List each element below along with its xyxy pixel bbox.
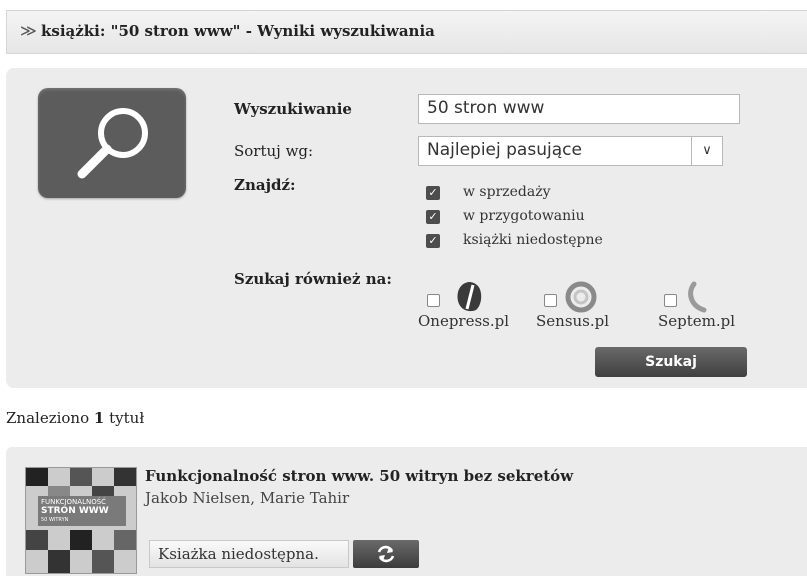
refresh-icon [377,545,395,563]
sort-label: Sortuj wg: [234,142,314,160]
book-title-link[interactable]: Funkcjonalność stron www. 50 witryn bez … [145,467,573,485]
book-cover[interactable]: FUNKCJONALNOŚĆ STRON WWW 50 WITRYN [25,467,137,574]
notify-button[interactable] [353,540,419,568]
search-label: Wyszukiwanie [234,100,352,118]
find-option-label: w sprzedaży [463,184,551,200]
result-item: FUNKCJONALNOŚĆ STRON WWW 50 WITRYN Funkc… [6,447,807,576]
results-count-number: 1 [93,409,105,427]
page-header: ≫ książki: "50 stron www" - Wyniki wyszu… [6,10,807,54]
availability-status: Ksiażka niedostępna. [149,540,349,568]
search-panel: Wyszukiwanie 50 stron www Sortuj wg: Naj… [6,68,807,388]
search-input[interactable]: 50 stron www [418,94,740,124]
checkbox-checked[interactable]: ✓ [426,186,440,200]
checkbox-unchecked[interactable] [664,294,677,307]
availability-label: Ksiażka niedostępna. [158,545,319,563]
find-label: Znajdź: [234,176,296,194]
sort-select[interactable]: Najlepiej pasujące ∨ [418,136,723,166]
onepress-logo-icon [457,282,482,312]
store-label-septem: Septem.pl [658,312,736,330]
results-count: Znaleziono 1 tytuł [6,409,144,427]
search-button[interactable]: Szukaj [595,347,747,377]
search-logo [38,88,186,198]
checkbox-unchecked[interactable] [544,294,557,307]
checkbox-checked[interactable]: ✓ [426,210,440,224]
checkbox-unchecked[interactable] [427,294,440,307]
results-count-suffix: tytuł [109,409,145,427]
magnifier-icon [77,108,148,179]
find-option-label: w przygotowaniu [463,208,585,224]
septem-logo-icon [688,281,707,313]
double-chevron-right-icon: ≫ [20,21,37,40]
results-count-prefix: Znaleziono [6,409,90,427]
find-option-label: książki niedostępne [463,232,603,248]
cover-title: FUNKCJONALNOŚĆ STRON WWW 50 WITRYN [38,496,126,526]
store-label-sensus: Sensus.pl [536,312,610,330]
also-search-label: Szukaj również na: [234,270,392,288]
sensus-logo-icon [565,281,597,313]
checkbox-checked[interactable]: ✓ [426,234,440,248]
store-label-onepress: Onepress.pl [418,312,510,330]
sort-selected-value: Najlepiej pasujące [427,140,582,160]
chevron-down-icon[interactable]: ∨ [691,137,722,165]
book-authors: Jakob Nielsen, Marie Tahir [145,489,350,507]
page-title: książki: "50 stron www" - Wyniki wyszuki… [41,22,435,40]
